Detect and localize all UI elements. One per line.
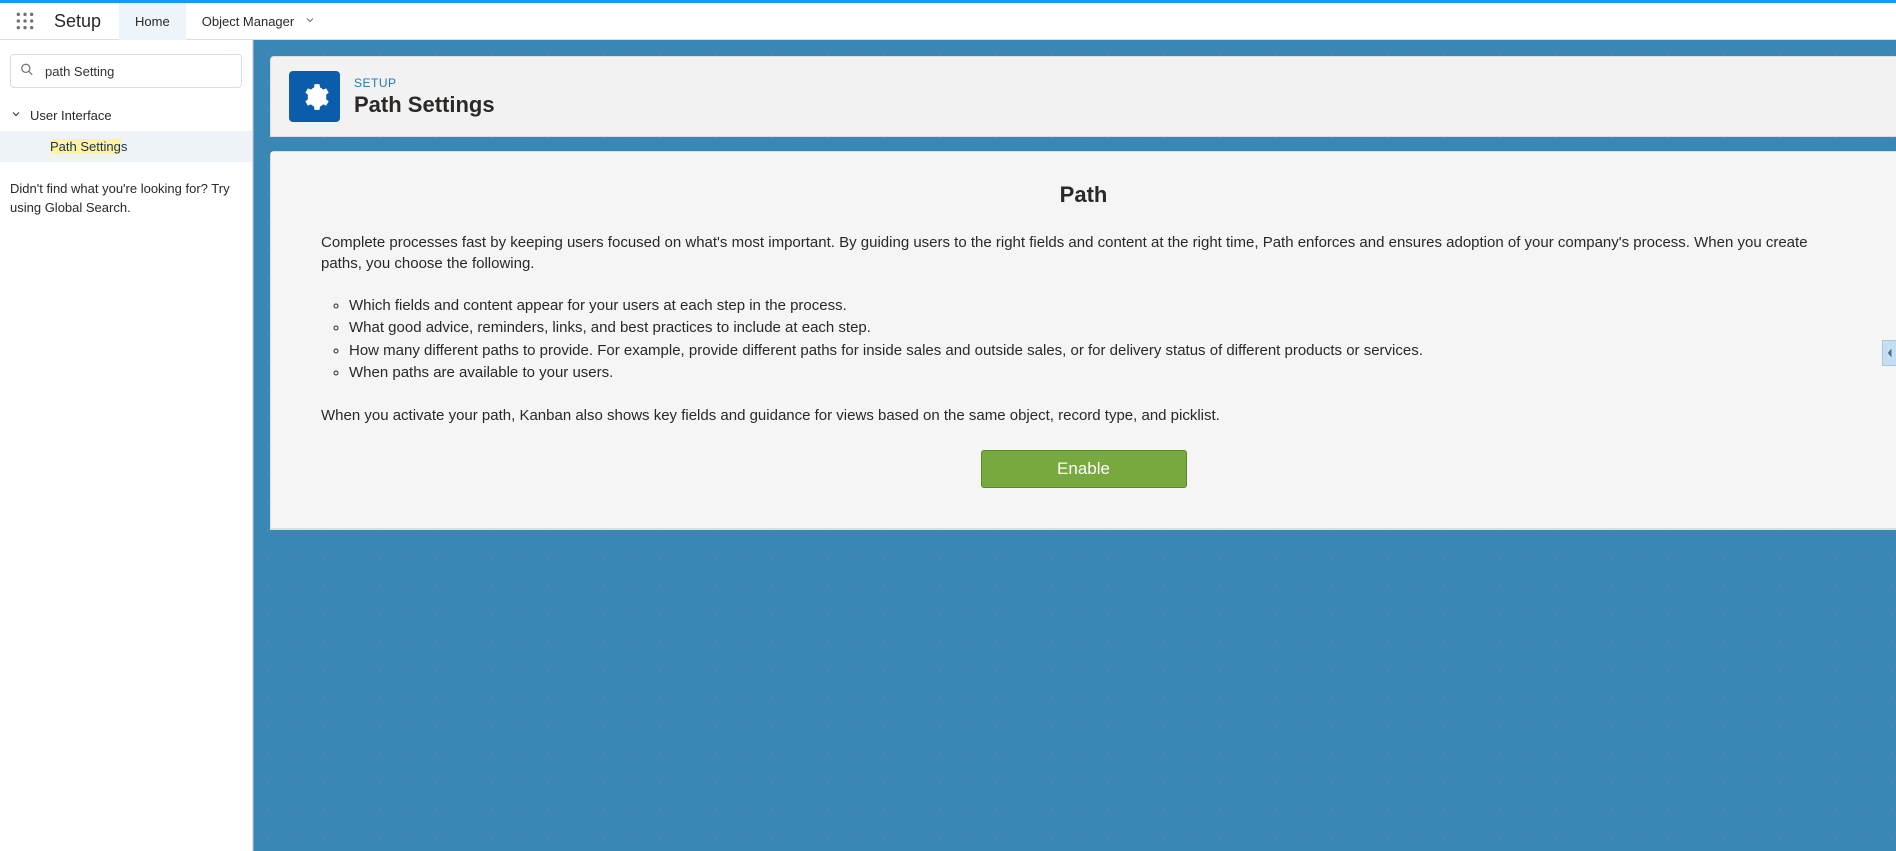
tree-category-user-interface[interactable]: User Interface	[0, 100, 252, 131]
tree-item-path-settings[interactable]: Path Settings	[0, 131, 252, 162]
app-launcher-icon[interactable]	[0, 11, 50, 31]
app-name: Setup	[50, 11, 119, 32]
search-highlight: Path Setting	[50, 139, 121, 154]
tree-category-label: User Interface	[30, 108, 112, 123]
page-eyebrow: SETUP	[354, 76, 495, 90]
list-item: How many different paths to provide. For…	[349, 341, 1846, 361]
content-bullets: Which fields and content appear for your…	[321, 296, 1846, 383]
tab-label: Home	[135, 14, 170, 29]
collapse-panel-tab[interactable]	[1882, 340, 1896, 366]
list-item: Which fields and content appear for your…	[349, 296, 1846, 316]
content-card: Path Complete processes fast by keeping …	[270, 151, 1896, 530]
quick-find-input[interactable]	[10, 54, 242, 88]
top-nav: Setup Home Object Manager	[0, 0, 1896, 40]
list-item: What good advice, reminders, links, and …	[349, 318, 1846, 338]
search-icon	[20, 63, 34, 80]
gear-icon	[289, 71, 340, 122]
main-area: SETUP Path Settings Path Complete proces…	[253, 40, 1896, 851]
page-header: SETUP Path Settings	[270, 56, 1896, 137]
setup-sidebar: User Interface Path Settings Didn't find…	[0, 40, 253, 851]
tab-label: Object Manager	[202, 14, 295, 29]
quick-find-search	[10, 54, 242, 88]
chevron-down-icon[interactable]	[304, 14, 316, 29]
page-title: Path Settings	[354, 92, 495, 118]
sidebar-help-text: Didn't find what you're looking for? Try…	[0, 162, 252, 236]
chevron-down-icon	[10, 108, 22, 123]
list-item: When paths are available to your users.	[349, 363, 1846, 383]
content-footer: When you activate your path, Kanban also…	[321, 405, 1846, 426]
content-intro: Complete processes fast by keeping users…	[321, 232, 1846, 274]
tab-object-manager[interactable]: Object Manager	[186, 1, 333, 41]
tab-home[interactable]: Home	[119, 0, 186, 40]
content-heading: Path	[321, 182, 1846, 208]
enable-button[interactable]: Enable	[981, 450, 1187, 488]
tree-item-tail: s	[121, 139, 128, 154]
